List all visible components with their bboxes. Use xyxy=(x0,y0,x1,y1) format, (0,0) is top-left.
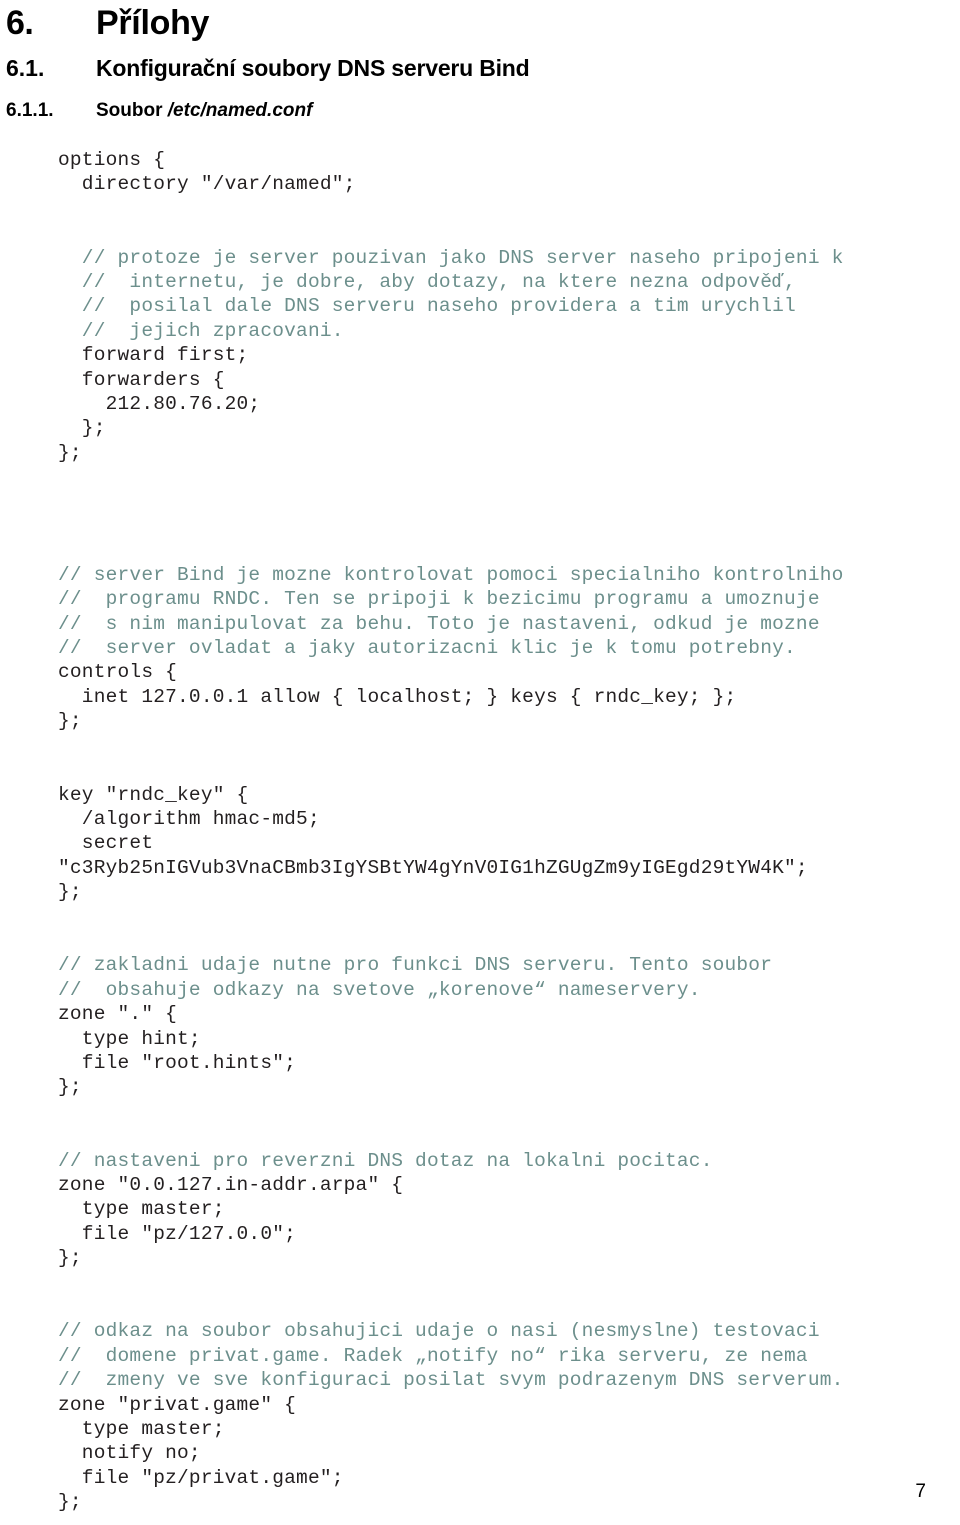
code-line: file "pz/127.0.0"; xyxy=(58,1222,297,1245)
code-comment-line: // protoze je server pouzivan jako DNS s… xyxy=(58,246,844,269)
code-line: }; xyxy=(58,710,82,733)
heading-3-text: Soubor /etc/named.conf xyxy=(96,100,312,122)
heading-1-text: Přílohy xyxy=(96,4,210,42)
code-comment-line: // domene privat.game. Radek „notify no“… xyxy=(58,1344,808,1367)
code-comment-line: // zakladni udaje nutne pro funkci DNS s… xyxy=(58,954,773,977)
code-line: file "pz/privat.game"; xyxy=(58,1466,344,1489)
code-line: forwarders { xyxy=(58,368,225,391)
code-comment-line: // s nim manipulovat za behu. Toto je na… xyxy=(58,612,820,635)
code-comment-line: // nastaveni pro reverzni DNS dotaz na l… xyxy=(58,1149,713,1172)
code-line: /algorithm hmac-md5; xyxy=(58,807,320,830)
code-line: forward first; xyxy=(58,344,249,367)
code-comment-line: // odkaz na soubor obsahujici udaje o na… xyxy=(58,1320,820,1343)
code-line: zone "0.0.127.in-addr.arpa" { xyxy=(58,1173,404,1196)
heading-3-label: Soubor xyxy=(96,100,168,121)
code-comment-line: // obsahuje odkazy na svetove „korenove“… xyxy=(58,978,701,1001)
code-line: 212.80.76.20; xyxy=(58,393,261,416)
code-line: file "root.hints"; xyxy=(58,1051,297,1074)
code-line: }; xyxy=(58,441,82,464)
code-comment-line: // zmeny ve sve konfiguraci posilat svym… xyxy=(58,1369,844,1392)
code-line: type master; xyxy=(58,1198,225,1221)
code-comment-line: // programu RNDC. Ten se pripoji k bezic… xyxy=(58,588,820,611)
code-line: controls { xyxy=(58,661,178,684)
code-line: notify no; xyxy=(58,1442,201,1465)
code-line: inet 127.0.0.1 allow { localhost; } keys… xyxy=(58,685,737,708)
document-page: 6. Přílohy 6.1. Konfigurační soubory DNS… xyxy=(0,0,960,1525)
code-line: }; xyxy=(58,417,106,440)
page-number: 7 xyxy=(915,1481,926,1502)
code-line: }; xyxy=(58,881,82,904)
code-line: }; xyxy=(58,1247,82,1270)
heading-3-number: 6.1.1. xyxy=(6,100,54,121)
named-conf-code-block: options { directory "/var/named"; // pro… xyxy=(0,122,960,1515)
heading-2-text: Konfigurační soubory DNS serveru Bind xyxy=(96,55,530,81)
code-comment-line: // posilal dale DNS serveru naseho provi… xyxy=(58,295,796,318)
heading-2-number: 6.1. xyxy=(6,55,45,81)
code-line: options { xyxy=(58,149,166,171)
code-comment-line: // internetu, je dobre, aby dotazy, na k… xyxy=(58,271,796,294)
code-line: zone "." { xyxy=(58,1003,178,1026)
code-line: }; xyxy=(58,1076,82,1099)
heading-3-filename: /etc/named.conf xyxy=(167,100,313,121)
code-line: type master; xyxy=(58,1418,225,1441)
heading-level-2: 6.1. Konfigurační soubory DNS serveru Bi… xyxy=(0,43,960,82)
heading-level-3: 6.1.1. Soubor /etc/named.conf xyxy=(0,82,960,122)
code-line: "c3Ryb25nIGVub3VnaCBmb3IgYSBtYW4gYnV0IG1… xyxy=(58,856,808,879)
code-comment-line: // server Bind je mozne kontrolovat pomo… xyxy=(58,563,844,586)
code-line: zone "privat.game" { xyxy=(58,1393,297,1416)
code-line: type hint; xyxy=(58,1027,201,1050)
code-line: key "rndc_key" { xyxy=(58,783,249,806)
heading-level-1: 6. Přílohy xyxy=(0,0,960,43)
code-line: directory "/var/named"; xyxy=(58,173,356,196)
code-line: }; xyxy=(58,1491,82,1514)
code-line: secret xyxy=(58,832,154,855)
code-comment-line: // server ovladat a jaky autorizacni kli… xyxy=(58,637,796,660)
heading-1-number: 6. xyxy=(6,4,34,42)
code-comment-line: // jejich zpracovani. xyxy=(58,319,344,342)
